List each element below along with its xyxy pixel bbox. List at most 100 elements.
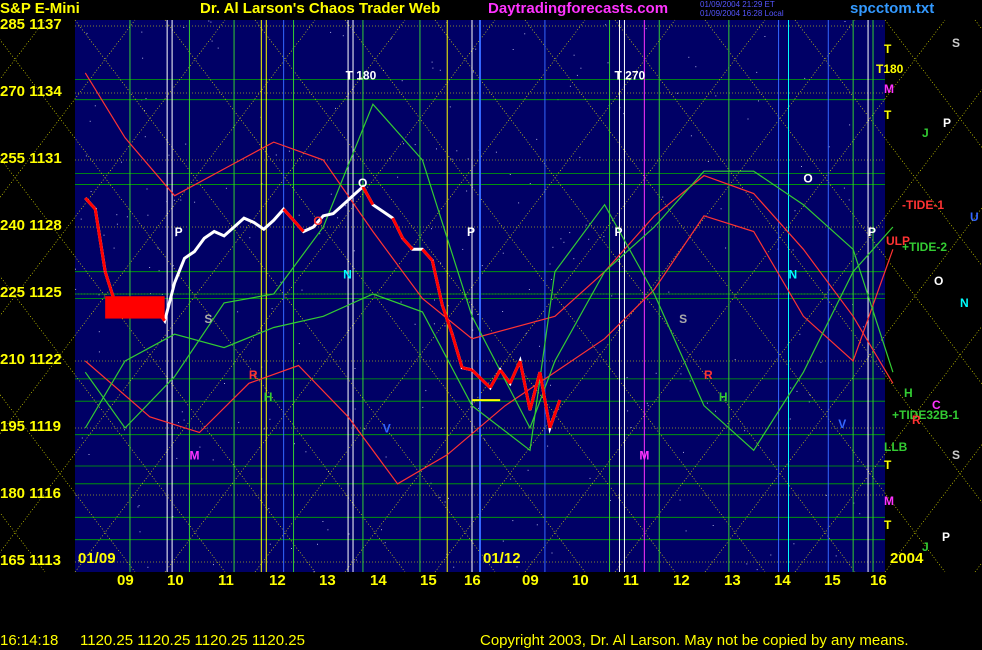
star-dot (789, 418, 791, 420)
star-dot (725, 247, 727, 249)
star-dot (434, 299, 435, 301)
star-dot (269, 543, 271, 545)
star-dot (124, 429, 126, 431)
star-dot (178, 422, 180, 424)
star-dot (224, 383, 225, 384)
star-dot (685, 530, 687, 532)
star-dot (181, 411, 183, 413)
star-dot (183, 419, 185, 421)
star-dot (536, 524, 538, 526)
star-dot (238, 421, 240, 423)
y-tick-label: 180 1116 (0, 485, 61, 502)
star-dot (401, 80, 403, 82)
forecast-label: M (639, 448, 649, 462)
x-tick-label: 10 (167, 572, 184, 589)
star-dot (126, 216, 128, 218)
star-dot (447, 305, 449, 307)
y-tick-label: 165 1113 (0, 552, 61, 569)
x-date-label: 2004 (890, 550, 924, 567)
star-dot (518, 202, 520, 204)
x-tick-label: 10 (572, 572, 589, 589)
star-dot (330, 31, 332, 33)
star-dot (580, 67, 582, 69)
star-dot (147, 566, 149, 568)
star-dot (747, 118, 749, 120)
star-dot (770, 554, 772, 556)
right-marker-label: M (884, 82, 894, 96)
star-dot (439, 69, 441, 71)
y-tick-label: 210 1122 (0, 351, 62, 368)
star-dot (849, 124, 851, 126)
forecast-label: O (358, 176, 367, 190)
star-dot (390, 37, 392, 39)
star-dot (168, 154, 170, 156)
star-dot (679, 499, 681, 501)
star-dot (804, 77, 806, 79)
star-dot (280, 281, 282, 283)
star-dot (173, 199, 175, 201)
star-dot (145, 98, 147, 100)
x-tick-label: 15 (824, 572, 841, 589)
star-dot (585, 224, 587, 226)
star-dot (319, 233, 321, 235)
star-dot (857, 460, 859, 462)
star-dot (646, 402, 648, 404)
star-dot (835, 555, 837, 557)
diagonal-line (974, 562, 982, 573)
star-dot (147, 214, 149, 216)
star-dot (298, 343, 300, 345)
star-dot (263, 428, 265, 430)
star-dot (237, 311, 239, 313)
forecast-label: T 180 (346, 69, 377, 83)
star-dot (158, 270, 160, 272)
star-dot (81, 437, 83, 439)
star-dot (734, 359, 736, 361)
star-dot (212, 459, 214, 461)
star-dot (549, 263, 551, 265)
forecast-label: M (189, 448, 199, 462)
star-dot (436, 148, 437, 150)
star-dot (269, 418, 271, 420)
star-dot (662, 196, 664, 198)
forecast-label: H (719, 390, 728, 404)
price-congestion-block (105, 296, 165, 319)
star-dot (213, 564, 214, 566)
star-dot (116, 214, 118, 216)
x-tick-label: 14 (370, 572, 387, 589)
star-dot (275, 154, 277, 156)
star-dot (98, 331, 100, 333)
star-dot (444, 501, 446, 503)
x-tick-label: 13 (319, 572, 336, 589)
star-dot (820, 361, 822, 363)
right-marker-label: +TIDE-2 (902, 240, 948, 254)
right-marker-label: H (904, 386, 913, 400)
star-dot (529, 183, 531, 185)
star-dot (655, 372, 657, 374)
far-right-marker-label: J (922, 126, 929, 140)
star-dot (509, 174, 511, 175)
star-dot (342, 35, 344, 37)
star-dot (211, 40, 213, 42)
right-marker-label: M (884, 494, 894, 508)
right-marker-label: T (884, 518, 892, 532)
star-dot (758, 100, 759, 102)
y-tick-label: 225 1125 (0, 284, 62, 301)
star-dot (475, 48, 477, 50)
star-dot (512, 520, 514, 522)
star-dot (796, 390, 798, 392)
star-dot (301, 289, 303, 291)
star-dot (680, 373, 682, 375)
star-dot (609, 500, 611, 501)
star-dot (305, 451, 307, 453)
star-dot (528, 289, 530, 290)
star-dot (89, 120, 91, 122)
forecast-label: O (313, 214, 322, 228)
star-dot (560, 238, 562, 240)
star-dot (550, 384, 551, 386)
x-tick-label: 13 (724, 572, 741, 589)
star-dot (432, 67, 434, 69)
star-dot (353, 250, 355, 252)
star-dot (576, 74, 578, 76)
forecast-label: S (679, 312, 687, 326)
star-dot (217, 47, 219, 49)
